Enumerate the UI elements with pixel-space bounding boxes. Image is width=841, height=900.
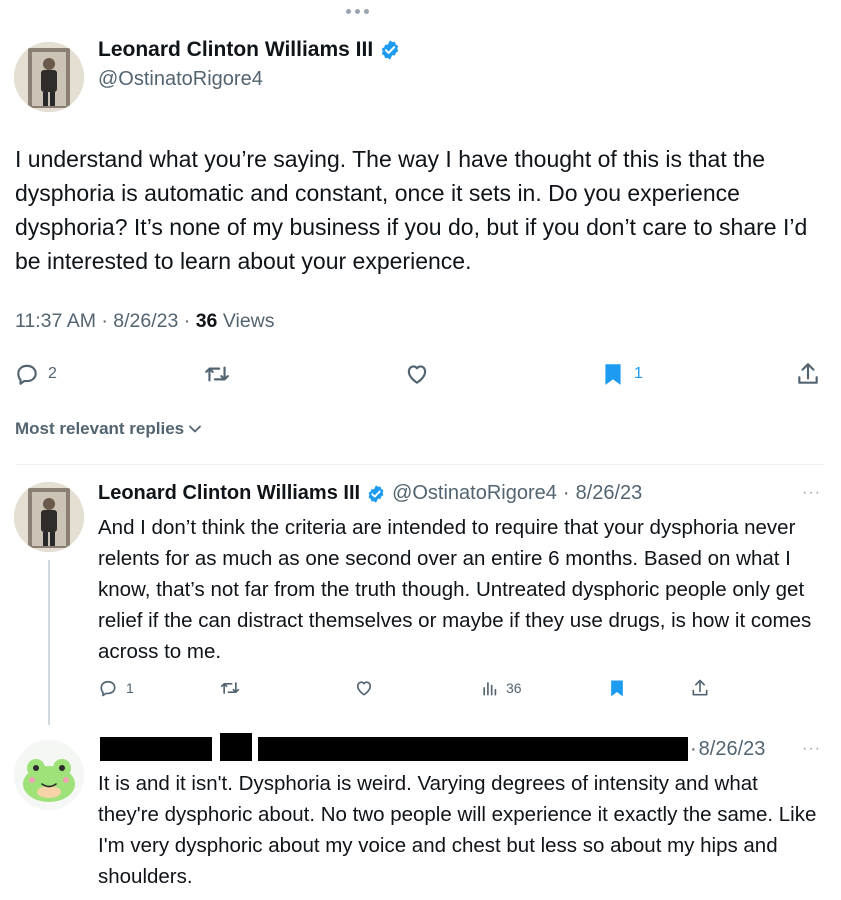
speech-bubble-icon xyxy=(17,364,37,385)
like-button[interactable] xyxy=(404,361,438,387)
meta-separator: · xyxy=(562,482,570,504)
share-icon xyxy=(692,679,708,696)
speech-bubble-icon xyxy=(100,680,116,697)
retweet-button[interactable] xyxy=(219,678,241,698)
views-count: 36 xyxy=(195,310,218,332)
frog-avatar-icon xyxy=(14,740,84,810)
retweet-icon xyxy=(220,682,240,694)
like-button[interactable] xyxy=(354,678,374,698)
retweet-icon xyxy=(205,366,229,382)
reply-count: 2 xyxy=(48,365,57,382)
bookmark-button[interactable]: 1 xyxy=(600,361,643,387)
reply-header: · 8/26/23 xyxy=(690,738,765,761)
bookmark-count: 1 xyxy=(634,365,643,382)
reply-author-name[interactable]: Leonard Clinton Williams III xyxy=(98,482,360,505)
bookmark-icon xyxy=(605,364,621,385)
redacted-badge xyxy=(220,733,252,761)
reply-text: And I don’t think the criteria are inten… xyxy=(98,516,812,663)
share-button[interactable] xyxy=(795,361,821,387)
bookmark-icon xyxy=(611,680,623,697)
tweet-meta: 11:37 AM · 8/26/23 · 36 Views xyxy=(15,310,275,333)
redacted-handle xyxy=(258,737,688,761)
reply-text: It is and it isn't. Dysphoria is weird. … xyxy=(98,772,817,888)
author-name-row[interactable]: Leonard Clinton Williams III xyxy=(98,38,401,62)
bar-chart-icon xyxy=(483,682,497,696)
reply-date[interactable]: 8/26/23 xyxy=(699,738,766,761)
verified-badge-icon xyxy=(382,40,399,60)
avatar[interactable] xyxy=(14,482,84,552)
reply-count: 1 xyxy=(126,680,134,696)
more-options-icon[interactable]: ··· xyxy=(802,740,821,758)
divider xyxy=(15,464,825,465)
reply-header: Leonard Clinton Williams III @OstinatoRi… xyxy=(98,482,642,505)
thread-connector-line xyxy=(48,560,50,725)
retweet-button[interactable] xyxy=(203,361,239,387)
verified-badge-icon xyxy=(368,484,384,503)
author-handle[interactable]: @OstinatoRigore4 xyxy=(98,68,263,91)
reply-date[interactable]: 8/26/23 xyxy=(576,482,643,505)
views-label: Views xyxy=(222,310,275,332)
more-options-icon[interactable] xyxy=(340,4,374,18)
reply-button[interactable]: 1 xyxy=(98,678,134,698)
tweet-time[interactable]: 11:37 AM xyxy=(15,310,96,332)
reply-handle[interactable]: @OstinatoRigore4 xyxy=(392,482,557,505)
meta-separator: · xyxy=(690,738,697,760)
chevron-down-icon xyxy=(189,425,202,433)
views-button[interactable]: 36 xyxy=(480,678,522,698)
heart-icon xyxy=(407,365,427,384)
avatar[interactable] xyxy=(14,42,84,112)
redacted-name xyxy=(100,737,212,761)
bookmark-button[interactable] xyxy=(607,678,627,698)
reply-button[interactable]: 2 xyxy=(14,361,57,387)
views-count: 36 xyxy=(506,680,522,696)
more-options-icon[interactable]: ··· xyxy=(802,484,821,502)
share-icon xyxy=(798,363,818,384)
tweet-text: I understand what you’re saying. The way… xyxy=(15,146,808,274)
avatar[interactable] xyxy=(14,740,84,810)
share-button[interactable] xyxy=(690,678,710,698)
replies-sort-dropdown[interactable]: Most relevant replies xyxy=(15,419,202,439)
tweet-date[interactable]: 8/26/23 xyxy=(113,310,178,332)
replies-sort-label: Most relevant replies xyxy=(15,419,185,438)
author-name[interactable]: Leonard Clinton Williams III xyxy=(98,38,373,62)
heart-icon xyxy=(356,681,372,696)
meta-separator: · xyxy=(183,310,191,332)
meta-separator: · xyxy=(101,310,108,332)
